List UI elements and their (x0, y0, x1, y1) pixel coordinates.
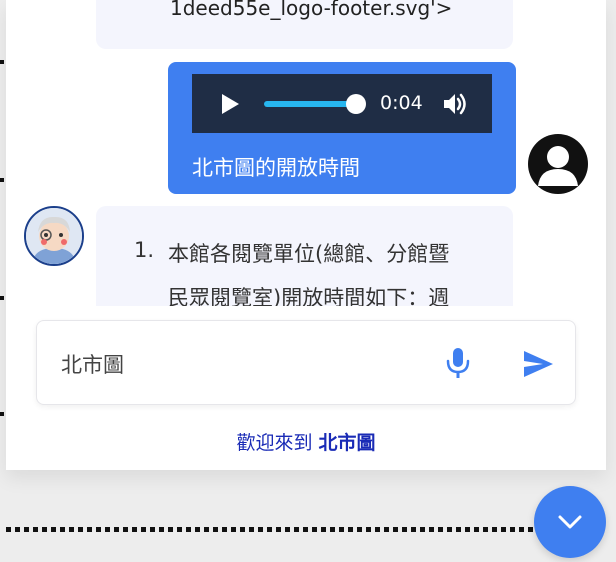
bot-message-line: 本館各閱覽單位(總館、分館暨 (168, 242, 450, 266)
message-composer (36, 320, 576, 405)
background-dash (0, 178, 4, 182)
user-avatar-icon (528, 134, 588, 194)
bot-message: 1deed55e_logo-footer.svg'> (96, 0, 513, 49)
message-list[interactable]: 1deed55e_logo-footer.svg'> 0:04 北市圖的開放時間… (6, 0, 606, 306)
bot-message-line: 民眾閱覽室)開放時間如下：週 (168, 286, 450, 306)
chat-page: 1deed55e_logo-footer.svg'> 0:04 北市圖的開放時間… (0, 0, 616, 562)
microphone-icon[interactable] (440, 345, 476, 381)
bot-avatar-icon (24, 206, 84, 266)
send-icon[interactable] (521, 347, 555, 381)
welcome-link[interactable]: 北市圖 (319, 432, 376, 454)
play-icon[interactable] (218, 92, 242, 116)
dotted-divider (6, 527, 566, 532)
background-dash (0, 296, 4, 300)
collapse-chat-button[interactable] (534, 486, 606, 558)
bot-message-text: 1deed55e_logo-footer.svg'> (170, 0, 453, 20)
audio-time: 0:04 (380, 92, 423, 114)
audio-progress-track[interactable] (264, 101, 356, 107)
chat-panel: 1deed55e_logo-footer.svg'> 0:04 北市圖的開放時間… (6, 0, 606, 470)
user-message-text: 北市圖的開放時間 (192, 156, 360, 180)
user-message: 0:04 北市圖的開放時間 (168, 62, 516, 194)
background-dash (0, 412, 4, 416)
message-input[interactable] (61, 347, 421, 381)
background-dash (0, 60, 4, 64)
list-number: 1. (134, 238, 155, 262)
volume-icon[interactable] (442, 91, 468, 117)
welcome-text: 歡迎來到 北市圖 (6, 428, 606, 455)
welcome-prefix: 歡迎來到 (236, 432, 319, 454)
bot-message: 1. 本館各閱覽單位(總館、分館暨 民眾閱覽室)開放時間如下：週 (96, 206, 513, 306)
audio-player[interactable]: 0:04 (192, 74, 492, 133)
chevron-down-icon (558, 515, 582, 529)
audio-progress-thumb[interactable] (346, 94, 366, 114)
